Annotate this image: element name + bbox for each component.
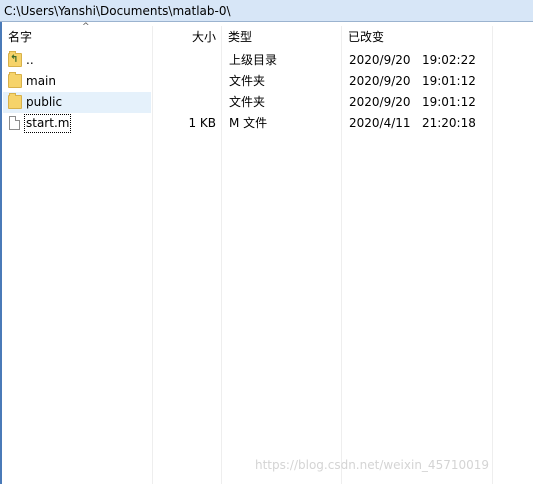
file-type: M 文件 [229, 116, 268, 130]
column-header-type-label: 类型 [228, 30, 253, 44]
file-modified: 2020/4/11 21:20:18 [349, 116, 476, 130]
column-header-size-label: 大小 [192, 30, 217, 44]
folder-tab [9, 93, 16, 96]
file-type: 上级目录 [229, 53, 278, 67]
column-header: 名字 ^ 大小 类型 已改变 [2, 22, 533, 48]
sort-ascending-icon: ^ [82, 22, 90, 32]
file-size [170, 50, 216, 71]
file-icon [9, 116, 20, 130]
file-name: public [26, 95, 63, 109]
file-name: start.m [23, 114, 72, 133]
column-header-size[interactable]: 大小 [192, 26, 216, 48]
column-header-modified-label: 已改变 [348, 30, 385, 44]
folder-icon [8, 72, 22, 88]
file-name: main [26, 74, 56, 88]
column-header-name[interactable]: 名字 ^ [8, 22, 90, 48]
list-item-main[interactable]: main 文件夹 2020/9/20 19:01:12 [2, 71, 533, 92]
column-header-type[interactable]: 类型 [228, 26, 252, 48]
watermark-text: https://blog.csdn.net/weixin_45710019 [255, 458, 490, 472]
file-size: 1 KB [188, 116, 216, 130]
list-item-parent-directory[interactable]: ↰ .. 上级目录 2020/9/20 19:02:22 [2, 50, 533, 71]
file-type: 文件夹 [229, 95, 266, 109]
file-size [170, 71, 216, 92]
file-name: .. [26, 53, 34, 67]
file-modified: 2020/9/20 19:02:22 [349, 53, 476, 67]
list-item-start-m[interactable]: start.m 1 KB M 文件 2020/4/11 21:20:18 [2, 113, 533, 134]
folder-tab [9, 72, 16, 75]
folder-icon [8, 93, 22, 109]
list-item-public[interactable]: public 文件夹 2020/9/20 19:01:12 [2, 92, 533, 113]
column-header-modified[interactable]: 已改变 [348, 26, 384, 48]
file-type: 文件夹 [229, 74, 266, 88]
up-arrow-glyph: ↰ [10, 54, 19, 65]
path-bar[interactable]: C:\Users\Yanshi\Documents\matlab-0\ [0, 0, 533, 22]
parent-folder-icon: ↰ [8, 51, 22, 67]
file-modified: 2020/9/20 19:01:12 [349, 95, 476, 109]
file-size [170, 92, 216, 113]
column-header-name-label: 名字 [8, 30, 33, 44]
path-text: C:\Users\Yanshi\Documents\matlab-0\ [4, 4, 231, 18]
file-modified: 2020/9/20 19:01:12 [349, 74, 476, 88]
